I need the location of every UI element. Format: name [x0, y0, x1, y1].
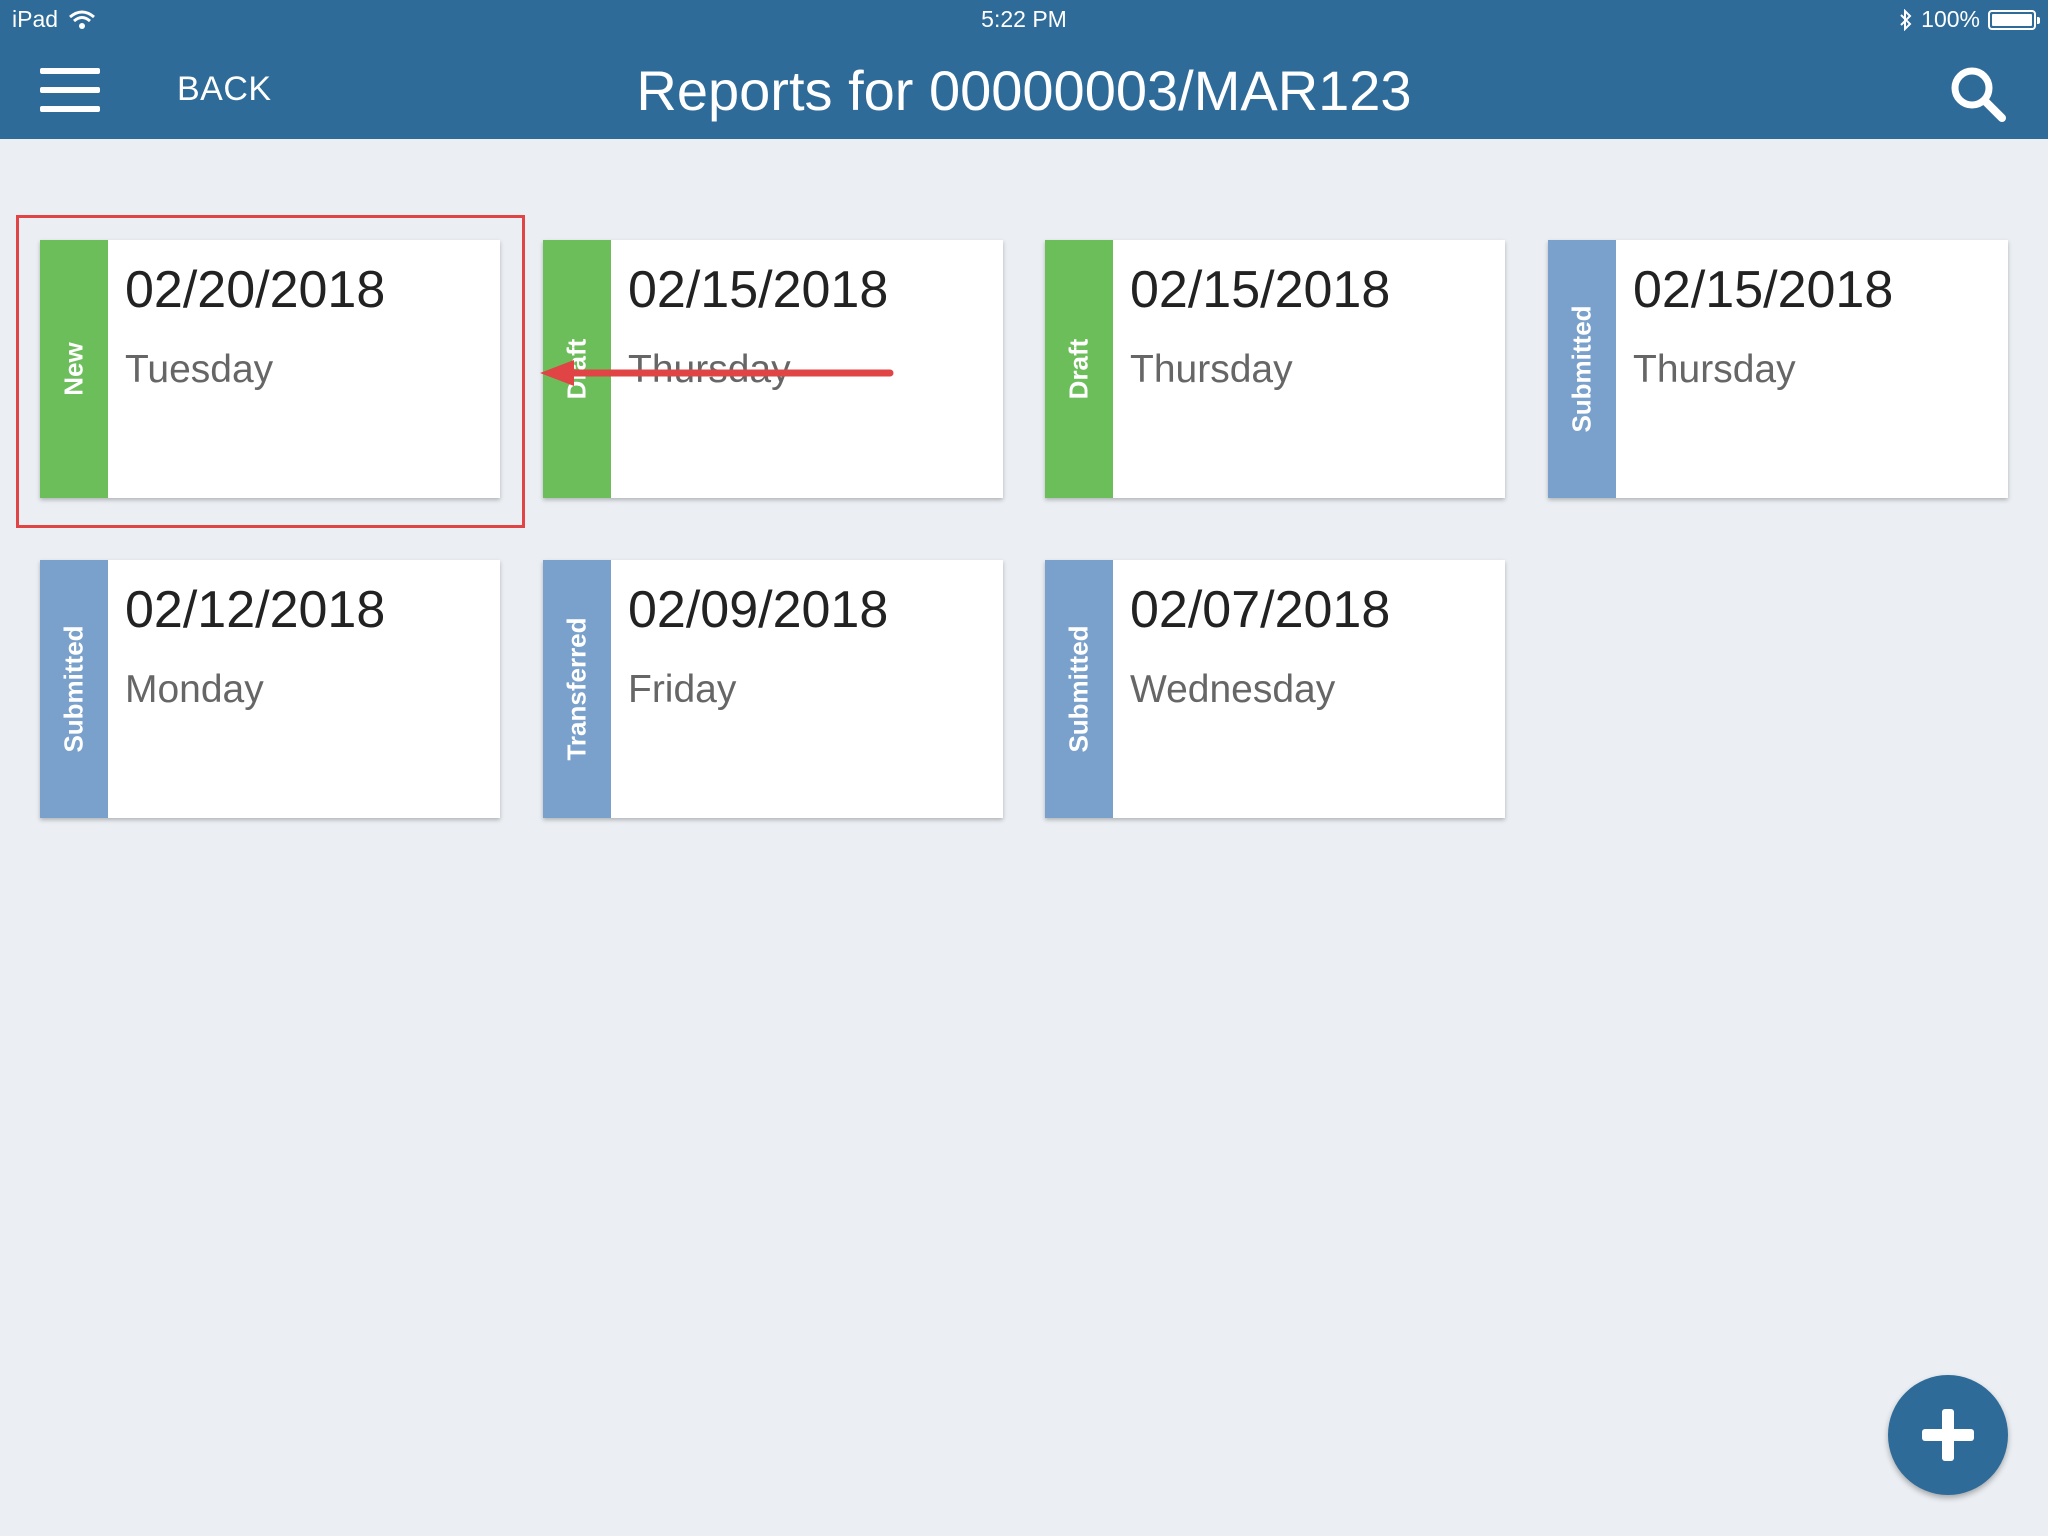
report-day: Thursday — [1633, 348, 1796, 391]
status-band: Submitted — [40, 560, 108, 818]
report-card[interactable]: Submitted 02/15/2018 Thursday — [1548, 240, 2008, 498]
status-bar-right: 100% — [1899, 6, 2040, 33]
report-card[interactable]: Submitted 02/12/2018 Monday — [40, 560, 500, 818]
report-date: 02/07/2018 — [1130, 581, 1391, 639]
status-band: Draft — [1045, 240, 1113, 498]
status-label: Draft — [561, 338, 592, 400]
status-band: Draft — [543, 240, 611, 498]
report-card[interactable]: Submitted 02/07/2018 Wednesday — [1045, 560, 1505, 818]
status-label: Draft — [1063, 338, 1094, 400]
report-card[interactable]: Transferred 02/09/2018 Friday — [543, 560, 1003, 818]
report-day: Monday — [125, 668, 264, 711]
battery-percent: 100% — [1921, 6, 1980, 32]
status-band: Submitted — [1548, 240, 1616, 498]
status-label: Submitted — [1566, 305, 1597, 433]
battery-icon — [1988, 9, 2040, 30]
status-label: Transferred — [561, 617, 592, 761]
page-title: Reports for 00000003/MAR123 — [636, 59, 1412, 122]
report-date: 02/15/2018 — [1633, 261, 1894, 319]
report-day: Wednesday — [1130, 668, 1336, 711]
report-date: 02/15/2018 — [1130, 261, 1391, 319]
report-card[interactable]: Draft 02/15/2018 Thursday — [1045, 240, 1505, 498]
status-label: Submitted — [1063, 625, 1094, 753]
report-date: 02/12/2018 — [125, 581, 386, 639]
status-label: Submitted — [58, 625, 89, 753]
report-card[interactable]: New 02/20/2018 Tuesday — [40, 240, 500, 498]
report-day: Tuesday — [125, 348, 274, 391]
report-date: 02/15/2018 — [628, 261, 889, 319]
app-header: iPad 5:22 PM 100% BACK Reports for 00000… — [0, 0, 2048, 139]
report-day: Friday — [628, 668, 737, 711]
report-day: Thursday — [1130, 348, 1293, 391]
status-label: New — [58, 342, 89, 396]
search-icon[interactable] — [1948, 64, 2008, 124]
report-day: Thursday — [628, 348, 791, 391]
status-band: Transferred — [543, 560, 611, 818]
report-date: 02/09/2018 — [628, 581, 889, 639]
report-date: 02/20/2018 — [125, 261, 386, 319]
status-time: 5:22 PM — [981, 6, 1067, 32]
add-report-button[interactable] — [1888, 1375, 2008, 1495]
report-card[interactable]: Draft 02/15/2018 Thursday — [543, 240, 1003, 498]
status-band: Submitted — [1045, 560, 1113, 818]
bluetooth-icon — [1900, 8, 1912, 31]
status-band: New — [40, 240, 108, 498]
